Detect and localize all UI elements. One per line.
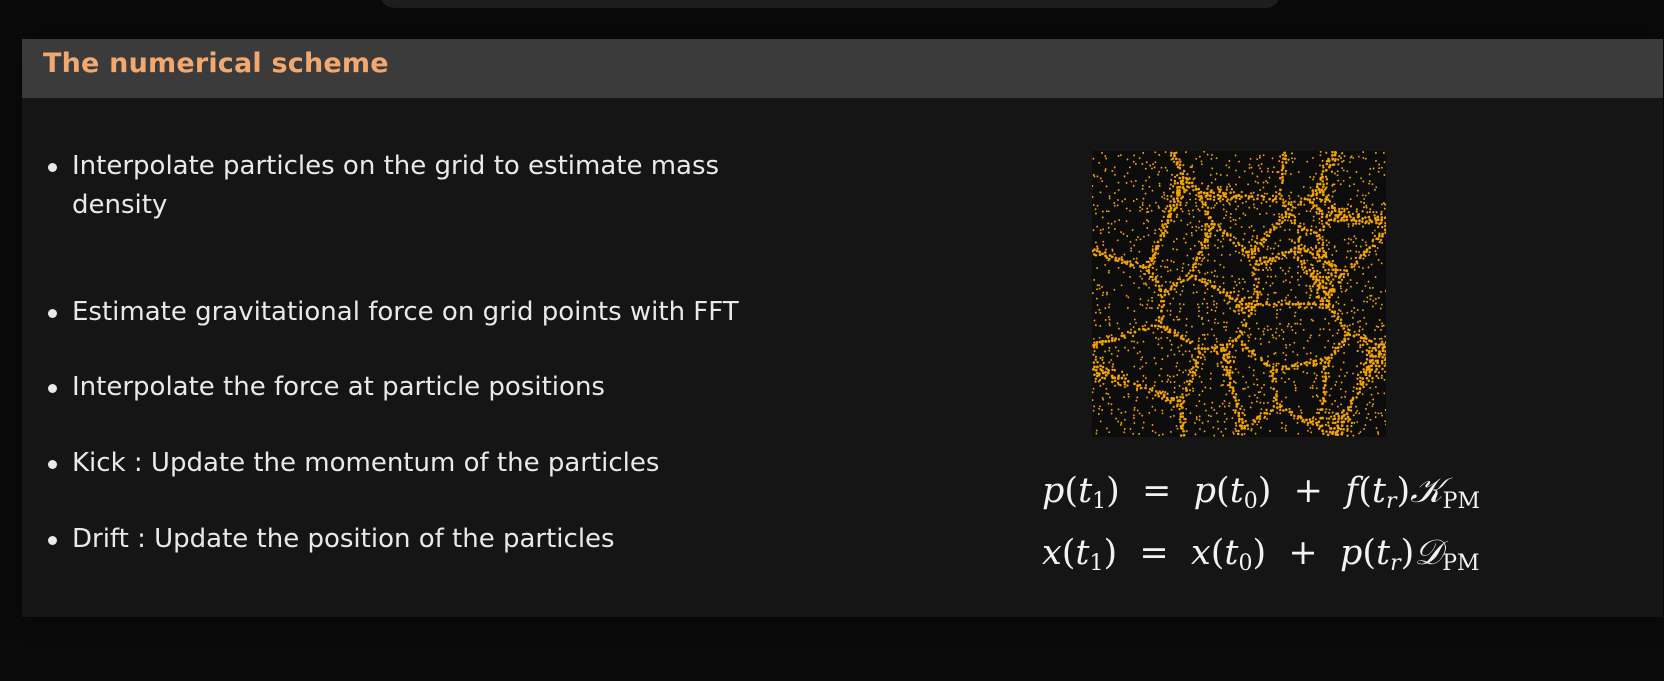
slide-header-bar: The numerical scheme <box>22 39 1663 98</box>
bullet-dot-icon <box>48 309 57 318</box>
bullet-item: Drift : Update the position of the parti… <box>48 520 818 559</box>
drift-equation: x(t1) = x(t0) + p(tr)𝒟PM <box>1042 533 1480 576</box>
equations-block: p(t1) = p(t0) + f(tr)𝒦PM x(t1) = x(t0) +… <box>1042 471 1642 591</box>
slide-title: The numerical scheme <box>43 48 389 79</box>
bullet-item: Estimate gravitational force on grid poi… <box>48 293 818 332</box>
bullet-text: Drift : Update the position of the parti… <box>72 524 615 554</box>
bullet-dot-icon <box>48 536 57 545</box>
bullet-item: Interpolate the force at particle positi… <box>48 368 818 407</box>
bullet-dot-icon <box>48 163 57 172</box>
bullet-text: Estimate gravitational force on grid poi… <box>72 297 739 327</box>
bullet-text: Interpolate the force at particle positi… <box>72 372 605 402</box>
bullet-text: Kick : Update the momentum of the partic… <box>72 448 660 478</box>
slide: The numerical scheme Interpolate particl… <box>22 39 1663 617</box>
caption-strip <box>0 0 1664 30</box>
video-frame: The numerical scheme Interpolate particl… <box>0 0 1664 681</box>
bullet-item: Kick : Update the momentum of the partic… <box>48 444 818 483</box>
particle-simulation-image <box>1092 151 1386 437</box>
bullet-text: Interpolate particles on the grid to est… <box>72 151 720 220</box>
caption-fragment <box>380 0 1280 8</box>
bullet-item: Interpolate particles on the grid to est… <box>48 147 818 225</box>
bullet-dot-icon <box>48 384 57 393</box>
particle-field-graphic <box>1092 151 1386 437</box>
kick-equation: p(t1) = p(t0) + f(tr)𝒦PM <box>1042 471 1480 514</box>
bullet-dot-icon <box>48 460 57 469</box>
